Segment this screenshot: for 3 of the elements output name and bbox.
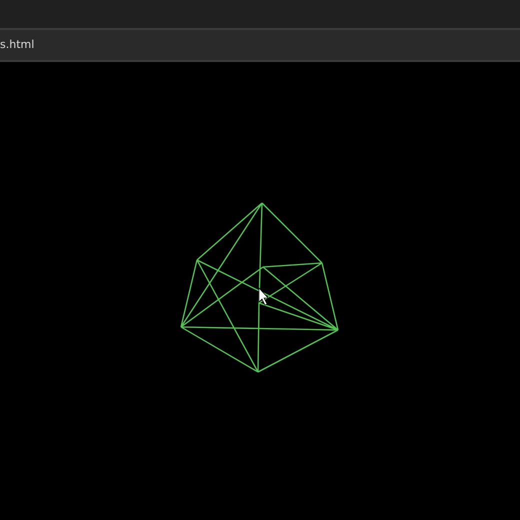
address-bar[interactable]: s.html bbox=[0, 28, 520, 62]
cursor-icon bbox=[258, 287, 269, 306]
url-text: s.html bbox=[0, 38, 34, 50]
